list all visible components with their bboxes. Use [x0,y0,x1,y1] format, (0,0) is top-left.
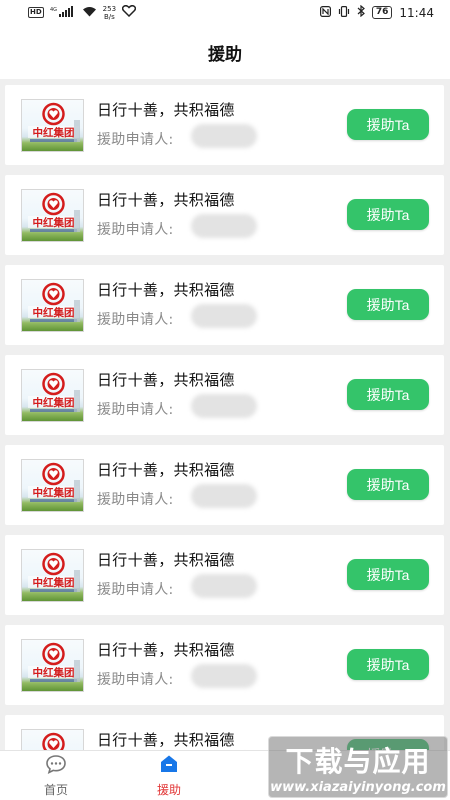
chat-bubble-icon [45,754,67,778]
hd-badge: HD [28,7,44,18]
aid-card[interactable]: 中红集团 日行十善，共积福德 援助申请人: 援助Ta [5,265,444,345]
status-right: 76 11:44 [319,4,434,20]
status-bar: HD 4G 253 B/s 76 11:44 [0,0,450,25]
logo-text: 中红集团 [33,306,75,319]
logo-text: 中红集团 [33,666,75,679]
card-title: 日行十善，共积福德 [97,551,235,569]
signal-icon: 4G [50,5,76,20]
battery-indicator: 76 [371,6,393,19]
aid-card[interactable]: 中红集团 日行十善，共积福德 援助申请人: 援助Ta [5,445,444,525]
aid-card[interactable]: 中红集团 日行十善，共积福德 援助申请人: 援助Ta [5,85,444,165]
card-title: 日行十善，共积福德 [97,101,235,119]
card-title: 日行十善，共积福德 [97,191,235,209]
applicant-label: 援助申请人: [97,582,174,598]
applicant-name-redacted [191,304,257,328]
logo-text: 中红集团 [33,216,75,229]
org-logo-image: 中红集团 [21,189,84,242]
applicant-name-redacted [191,394,257,418]
org-logo-image: 中红集团 [21,99,84,152]
org-logo-image: 中红集团 [21,279,84,332]
org-logo-image: 中红集团 [21,369,84,422]
nav-tab-home[interactable]: 首页 [16,751,96,800]
applicant-label: 援助申请人: [97,132,174,148]
applicant-label: 援助申请人: [97,312,174,328]
org-logo-image: 中红集团 [21,459,84,512]
4g-label: 4G [50,7,57,13]
applicant-label: 援助申请人: [97,672,174,688]
logo-text: 中红集团 [33,576,75,589]
logo-text: 中红集团 [33,486,75,499]
card-title: 日行十善，共积福德 [97,641,235,659]
help-button[interactable]: 援助Ta [347,199,429,230]
org-logo-image: 中红集团 [21,549,84,602]
logo-text: 中红集团 [33,126,75,139]
applicant-name-redacted [191,574,257,598]
aid-card[interactable]: 中红集团 日行十善，共积福德 援助申请人: 援助Ta [5,535,444,615]
nfc-icon [319,5,331,20]
help-button[interactable]: 援助Ta [347,289,429,320]
card-title: 日行十善，共积福德 [97,461,235,479]
applicant-label: 援助申请人: [97,492,174,508]
vibrate-icon [338,5,350,20]
wifi-icon [82,6,97,20]
app-header: 援助 [0,25,450,79]
org-logo-image: 中红集团 [21,729,84,750]
net-speed-unit: B/s [103,12,115,21]
nav-home-label: 首页 [43,783,68,797]
help-button[interactable]: 援助Ta [347,469,429,500]
status-time: 11:44 [399,5,434,20]
nav-tab-help[interactable]: 援助 [129,751,209,800]
net-speed-value: 253 [102,4,117,13]
nav-help-label: 援助 [156,783,181,797]
help-button[interactable]: 援助Ta [347,379,429,410]
help-button[interactable]: 援助Ta [347,109,429,140]
watermark-main-text: 下载与应用 [285,744,431,778]
help-button[interactable]: 援助Ta [347,559,429,590]
applicant-label: 援助申请人: [97,222,174,238]
status-left: HD 4G 253 B/s [28,4,137,21]
page-title: 援助 [208,44,242,65]
aid-list[interactable]: 中红集团 日行十善，共积福德 援助申请人: 援助Ta 中红集团 日行十善，共积福… [0,79,450,750]
card-title: 日行十善，共积福德 [97,281,235,299]
applicant-name-redacted [191,484,257,508]
card-title: 日行十善，共积福德 [97,731,235,749]
aid-card[interactable]: 中红集团 日行十善，共积福德 援助申请人: 援助Ta [5,355,444,435]
applicant-label: 援助申请人: [97,402,174,418]
org-logo-image: 中红集团 [21,639,84,692]
site-watermark: 下载与应用 www.xiazaiyinyong.com [268,736,448,798]
heart-health-icon [121,4,137,20]
logo-text: 中红集团 [33,396,75,409]
watermark-url: www.xiazaiyinyong.com [270,779,446,795]
applicant-name-redacted [191,664,257,688]
bluetooth-icon [357,4,365,20]
help-button[interactable]: 援助Ta [347,649,429,680]
applicant-name-redacted [191,124,257,148]
net-speed: 253 B/s [103,5,116,21]
aid-card[interactable]: 中红集团 日行十善，共积福德 援助申请人: 援助Ta [5,175,444,255]
card-title: 日行十善，共积福德 [97,371,235,389]
applicant-name-redacted [191,214,257,238]
aid-card[interactable]: 中红集团 日行十善，共积福德 援助申请人: 援助Ta [5,625,444,705]
help-tab-icon [158,754,180,778]
